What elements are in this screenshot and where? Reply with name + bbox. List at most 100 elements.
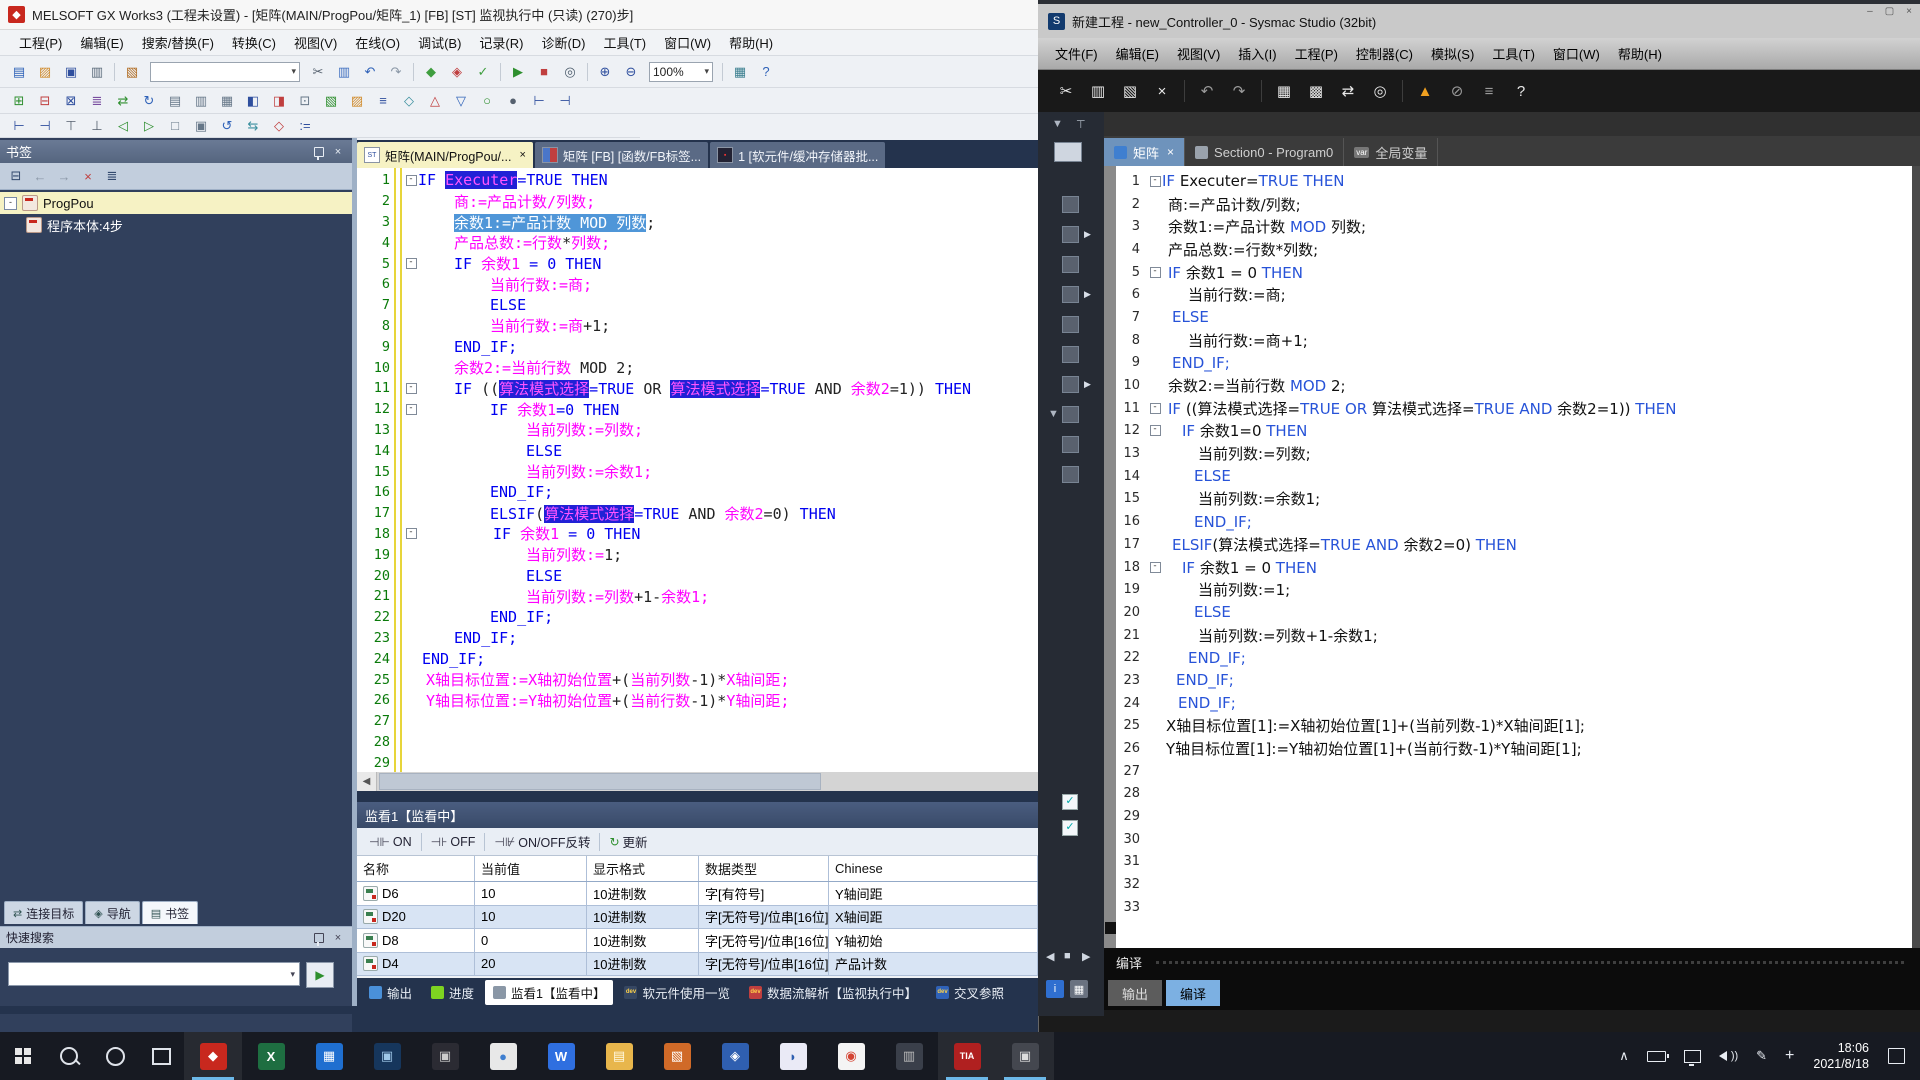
paste-icon[interactable]: ▧ [120, 61, 144, 83]
info-icon[interactable]: i [1046, 980, 1064, 998]
fold-marker[interactable]: - [1148, 403, 1162, 414]
taskbar-orange-app-button[interactable]: ▧ [648, 1032, 706, 1080]
compare-icon[interactable]: ◇ [267, 115, 291, 137]
network-status[interactable] [1675, 1032, 1710, 1080]
gx-menu-item-6[interactable]: 调试(B) [409, 30, 470, 55]
force-on-button[interactable]: ⊣⊩ON [363, 833, 418, 851]
strip-nav-prev[interactable]: ◀ [1046, 950, 1054, 963]
watch-register-icon[interactable]: ◎ [558, 61, 582, 83]
fold-collapse-icon[interactable]: - [406, 383, 417, 394]
gx-st-editor[interactable]: 1-IF Executer=TRUE THEN2商:=产品计数/列数;3余数1:… [357, 168, 1038, 772]
sysmac-menu-item-0[interactable]: 文件(F) [1046, 41, 1107, 66]
check-program-icon[interactable]: ✓ [471, 61, 495, 83]
gx-menu-item-11[interactable]: 帮助(H) [720, 30, 782, 55]
diamond-icon[interactable]: ◇ [397, 90, 421, 112]
fold-collapse-icon[interactable]: - [406, 258, 417, 269]
refresh-icon[interactable]: ↻ [137, 90, 161, 112]
maximize-icon[interactable]: ▢ [1885, 6, 1894, 17]
watch-row-D6[interactable]: D61010进制数字[有符号]Y轴间距 [357, 882, 1038, 906]
cut-icon[interactable]: ✂ [306, 61, 330, 83]
strip-nav-next[interactable]: ▶ [1082, 950, 1090, 963]
filter-icon[interactable]: ≡ [1476, 78, 1502, 104]
window-list-icon[interactable]: ▦ [728, 61, 752, 83]
hscroll-thumb[interactable] [379, 773, 821, 790]
ladder-block-icon[interactable]: ≣ [85, 90, 109, 112]
st-up-icon[interactable]: ⊤ [59, 115, 83, 137]
sysmac-st-editor[interactable]: 1-IF Executer=TRUE THEN2商:=产品计数/列数;3余数1:… [1104, 166, 1920, 948]
watch-row-D4[interactable]: D42010进制数字[无符号]/位串[16位]产品计数 [357, 953, 1038, 977]
taskbar-tia-portal-button[interactable]: TIA [938, 1032, 996, 1080]
sysmac-menu-item-7[interactable]: 工具(T) [1483, 41, 1544, 66]
sysmac-menu-item-2[interactable]: 视图(V) [1168, 41, 1229, 66]
fold-collapse-icon[interactable]: - [406, 175, 417, 186]
checkbox-checked-icon[interactable]: ✓ [1062, 820, 1078, 836]
open-project-icon[interactable]: ▨ [33, 61, 57, 83]
sysmac-menu-item-9[interactable]: 帮助(H) [1609, 41, 1671, 66]
gx-menu-item-10[interactable]: 窗口(W) [655, 30, 720, 55]
triangle-down-icon[interactable]: ▽ [449, 90, 473, 112]
rail-left-icon[interactable]: ⊢ [527, 90, 551, 112]
tray-expand-button[interactable]: ∧ [1610, 1032, 1638, 1080]
redo-icon[interactable]: ↷ [1226, 78, 1252, 104]
tree-item-0[interactable]: -ProgPou [0, 192, 352, 214]
explorer-window-icon[interactable] [1054, 142, 1082, 162]
paste-icon[interactable]: ▧ [1117, 78, 1143, 104]
st-left-icon[interactable]: ⊢ [7, 115, 31, 137]
fold-marker[interactable]: - [404, 528, 418, 539]
sysmac-menu-item-5[interactable]: 控制器(C) [1347, 41, 1422, 66]
fold-marker[interactable]: - [1148, 425, 1162, 436]
onoff-invert-button[interactable]: ⊣⊮ON/OFF反转 [488, 830, 596, 853]
tree-item-1[interactable]: 程序本体:4步 [0, 214, 352, 236]
expand-arrow-icon[interactable]: ▶ [1084, 379, 1091, 390]
taskbar-excel-button[interactable]: X [242, 1032, 300, 1080]
convert-icon[interactable]: ◆ [419, 61, 443, 83]
gx-bottom-tab-2[interactable]: 监看1【监看中】 [485, 980, 613, 1005]
gx-menu-item-3[interactable]: 转换(C) [223, 30, 285, 55]
compile-tab-0[interactable]: 输出 [1108, 980, 1162, 1006]
circle-solid-icon[interactable]: ● [501, 90, 525, 112]
ladder-contact-open-icon[interactable]: ⊞ [7, 90, 31, 112]
grid-b-icon[interactable]: ▥ [189, 90, 213, 112]
volume-status[interactable]: )) [1710, 1032, 1747, 1080]
sysmac-menu-item-6[interactable]: 模拟(S) [1422, 41, 1483, 66]
column-header-3[interactable]: 数据类型 [699, 856, 829, 881]
taskbar-camera-app-button[interactable]: ▣ [996, 1032, 1054, 1080]
close-icon[interactable]: × [1906, 6, 1912, 17]
taskbar-file-explorer-button[interactable]: ▤ [590, 1032, 648, 1080]
shade-b-icon[interactable]: ▨ [345, 90, 369, 112]
side-tab-0[interactable]: ⇄连接目标 [4, 901, 83, 924]
fold-marker[interactable]: - [1148, 267, 1162, 278]
assign-icon[interactable]: := [293, 115, 317, 137]
zoom-combo[interactable]: 100%▾ [649, 62, 713, 82]
update-button[interactable]: ↻更新 [603, 830, 653, 853]
fold-collapse-icon[interactable]: - [1150, 425, 1161, 436]
gx-menu-item-2[interactable]: 搜索/替换(F) [133, 30, 223, 55]
rebuild-all-icon[interactable]: ◈ [445, 61, 469, 83]
fold-collapse-icon[interactable]: - [1150, 562, 1161, 573]
taskbar-wps-button[interactable]: W [532, 1032, 590, 1080]
pen-settings[interactable]: ✎ [1747, 1032, 1776, 1080]
pin-icon[interactable] [314, 147, 324, 157]
watch-row-D8[interactable]: D8010进制数字[无符号]/位串[16位]Y轴初始 [357, 929, 1038, 953]
column-header-4[interactable]: Chinese [829, 856, 1038, 881]
gx-editor-tab-1[interactable]: 矩阵 [FB] [函数/FB标签... [535, 142, 708, 168]
gx-menu-item-7[interactable]: 记录(R) [470, 30, 532, 55]
fold-collapse-icon[interactable]: - [1150, 267, 1161, 278]
toolbar-combo[interactable]: ▾ [150, 62, 300, 82]
touch-keyboard[interactable]: + [1776, 1032, 1803, 1080]
gx-menu-item-4[interactable]: 视图(V) [285, 30, 346, 55]
sysmac-menu-item-4[interactable]: 工程(P) [1286, 41, 1347, 66]
taskbar-search-button[interactable] [46, 1032, 92, 1080]
close-icon[interactable]: × [330, 146, 346, 158]
fold-collapse-icon[interactable]: - [406, 528, 417, 539]
help-icon[interactable]: ? [1508, 78, 1534, 104]
taskbar-clock[interactable]: 18:06 2021/8/18 [1803, 1040, 1879, 1072]
tree-node-icon-2[interactable] [1062, 256, 1079, 273]
redo-icon[interactable]: ↷ [384, 61, 408, 83]
sysmac-menu-item-8[interactable]: 窗口(W) [1544, 41, 1609, 66]
column-header-2[interactable]: 显示格式 [587, 856, 699, 881]
fold-collapse-icon[interactable]: - [1150, 403, 1161, 414]
new-project-icon[interactable]: ▤ [7, 61, 31, 83]
column-header-0[interactable]: 名称 [357, 856, 475, 881]
cortana-button[interactable] [92, 1032, 138, 1080]
